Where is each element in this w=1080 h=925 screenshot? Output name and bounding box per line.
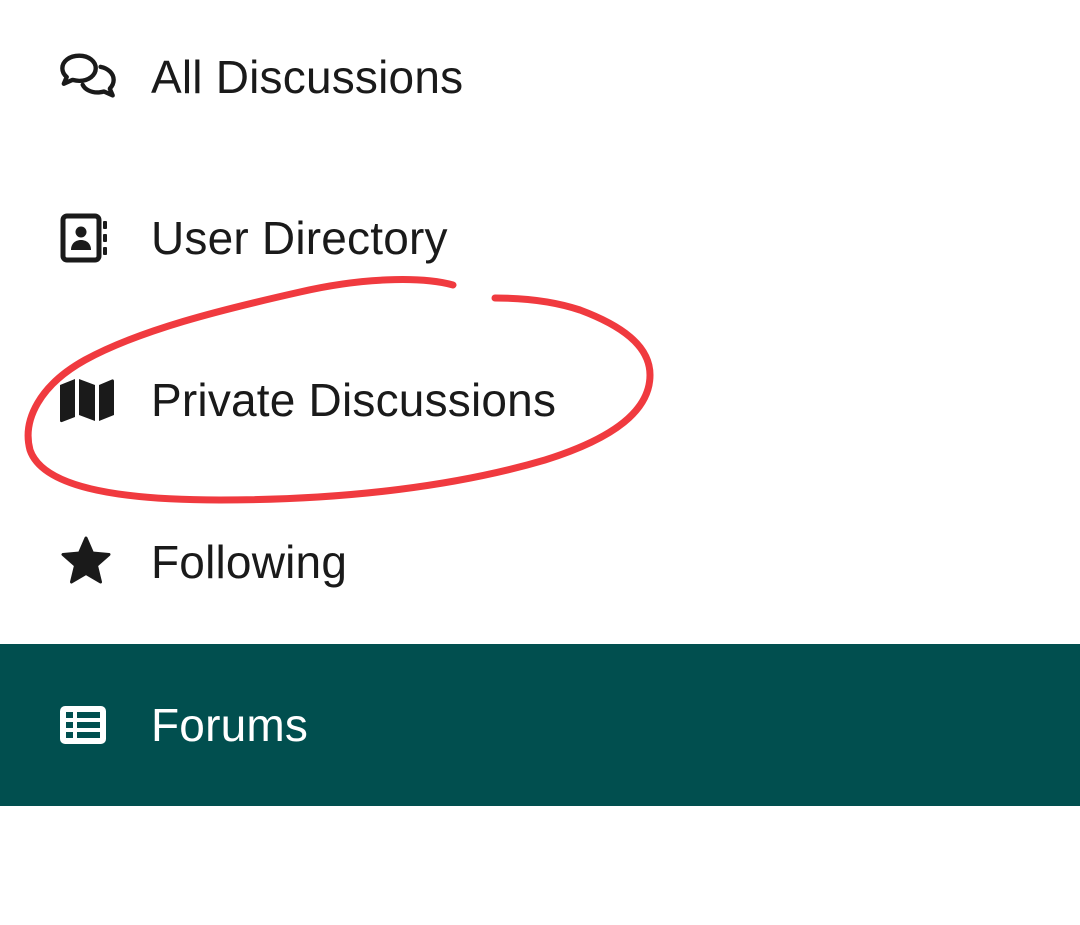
star-icon (58, 532, 118, 592)
menu-item-user-directory[interactable]: User Directory (0, 157, 1080, 319)
list-icon (58, 695, 118, 755)
menu-item-following[interactable]: Following (0, 481, 1080, 643)
map-icon (58, 370, 118, 430)
menu-item-label: User Directory (151, 212, 448, 264)
address-book-icon (58, 208, 118, 268)
menu-item-label: Following (151, 536, 348, 588)
menu-item-private-discussions[interactable]: Private Discussions (0, 319, 1080, 481)
menu-item-label: Forums (151, 699, 309, 751)
menu-item-all-discussions[interactable]: All Discussions (0, 0, 1080, 158)
chat-bubbles-icon (58, 47, 118, 107)
menu-item-label: All Discussions (151, 51, 464, 103)
menu-item-label: Private Discussions (151, 374, 557, 426)
menu-item-forums[interactable]: Forums (0, 644, 1080, 806)
